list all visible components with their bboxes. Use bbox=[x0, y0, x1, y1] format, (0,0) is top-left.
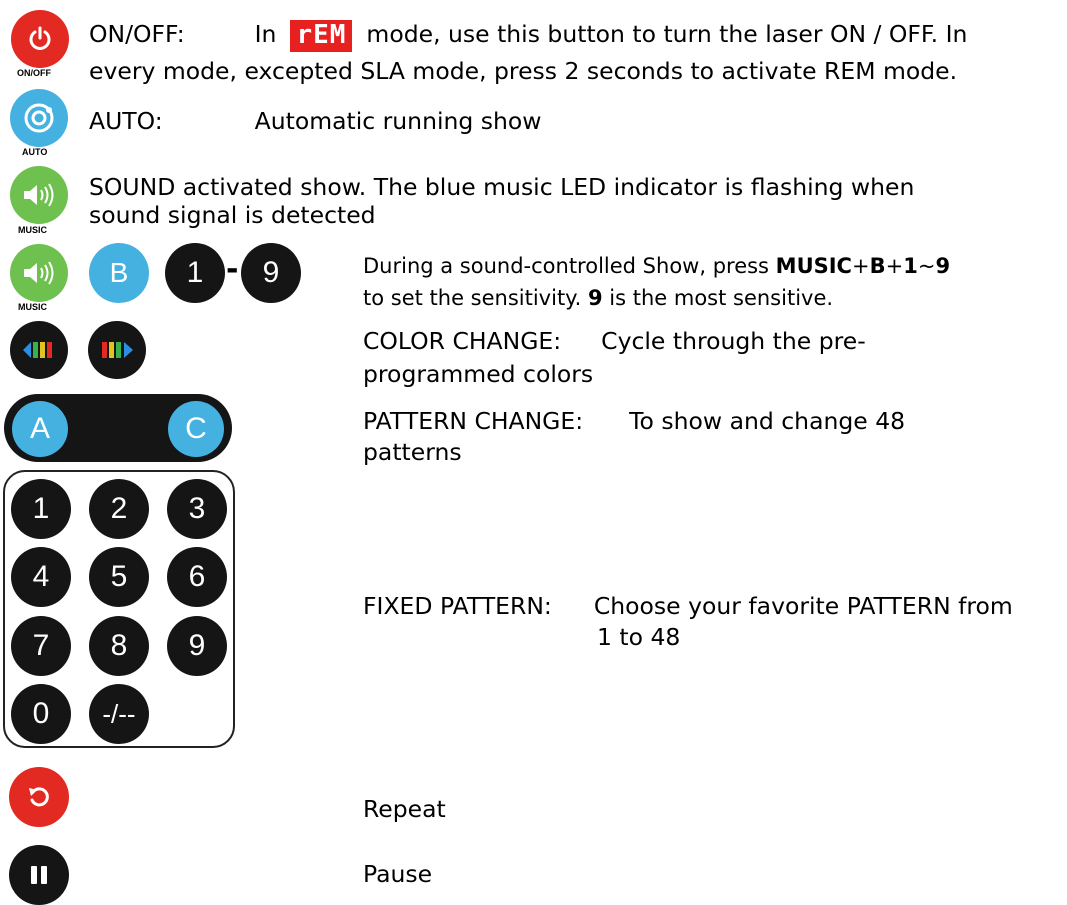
fixed-desc2: 1 to 48 bbox=[597, 623, 681, 651]
music-button[interactable] bbox=[10, 166, 68, 224]
onoff-in: In bbox=[254, 20, 277, 48]
fixed-desc1: Choose your favorite PATTERN from bbox=[593, 592, 1013, 620]
key-c[interactable]: C bbox=[168, 401, 224, 457]
rem-display: rEM bbox=[290, 19, 353, 52]
key-num-3[interactable]: 3 bbox=[167, 479, 227, 539]
music-button-2[interactable] bbox=[10, 244, 68, 302]
sens-text-2: to set the sensitivity. bbox=[363, 286, 588, 310]
sens-plus-1: + bbox=[851, 254, 870, 278]
power-icon bbox=[29, 26, 51, 50]
sensitivity-line2: to set the sensitivity. 9 is the most se… bbox=[363, 282, 833, 314]
color-desc2: programmed colors bbox=[363, 360, 594, 388]
key-num-5[interactable]: 5 bbox=[89, 547, 149, 607]
color-label: COLOR CHANGE: bbox=[363, 327, 562, 355]
power-button[interactable] bbox=[11, 10, 69, 68]
pattern-desc2: patterns bbox=[363, 438, 462, 466]
key-num-7[interactable]: 7 bbox=[11, 616, 71, 676]
onoff-label: ON/OFF: bbox=[89, 20, 185, 48]
color-next-icon bbox=[102, 342, 133, 358]
pattern-line1: PATTERN CHANGE: To show and change 48 bbox=[363, 405, 905, 437]
repeat-button[interactable] bbox=[9, 767, 69, 827]
onoff-line1: ON/OFF: In rEM mode, use this button to tur… bbox=[89, 18, 967, 52]
sound-line2: sound signal is detected bbox=[89, 201, 376, 229]
sens-bold-music: MUSIC bbox=[775, 254, 852, 278]
onoff-text: mode, use this button to turn the laser … bbox=[366, 20, 968, 48]
sens-text-1: During a sound-controlled Show, press bbox=[363, 254, 776, 278]
pause-button[interactable] bbox=[9, 845, 69, 905]
sens-bold-b: B bbox=[869, 254, 886, 278]
power-caption: ON/OFF bbox=[17, 68, 51, 78]
key-num-1[interactable]: 1 bbox=[11, 479, 71, 539]
sens-bold-1: 1 bbox=[903, 254, 918, 278]
sens-bold-9: 9 bbox=[935, 254, 951, 278]
key-num-8[interactable]: 8 bbox=[89, 616, 149, 676]
pause-desc: Pause bbox=[363, 860, 433, 888]
speaker-icon bbox=[24, 183, 54, 207]
pattern-desc1: To show and change 48 bbox=[629, 407, 906, 435]
key-num-4[interactable]: 4 bbox=[11, 547, 71, 607]
music-caption: MUSIC bbox=[18, 225, 47, 235]
key-b[interactable]: B bbox=[89, 243, 149, 303]
color-prev-button[interactable] bbox=[10, 321, 68, 379]
fixed-label: FIXED PATTERN: bbox=[363, 592, 552, 620]
auto-desc: Automatic running show bbox=[254, 107, 542, 135]
onoff-line2: every mode, excepted SLA mode, press 2 s… bbox=[89, 57, 958, 85]
key-num-9[interactable]: 9 bbox=[167, 616, 227, 676]
sensitivity-line1: During a sound-controlled Show, press MU… bbox=[363, 250, 950, 282]
key-num-6[interactable]: 6 bbox=[167, 547, 227, 607]
sens-plus-2: + bbox=[885, 254, 904, 278]
color-line1: COLOR CHANGE: Cycle through the pre- bbox=[363, 325, 866, 357]
fixed-line1: FIXED PATTERN: Choose your favorite PATTE… bbox=[363, 590, 1013, 622]
color-prev-icon bbox=[23, 342, 52, 358]
range-dash: - bbox=[226, 252, 239, 287]
auto-line: AUTO: Automatic running show bbox=[89, 105, 542, 137]
key-a[interactable]: A bbox=[12, 401, 68, 457]
repeat-icon bbox=[29, 787, 49, 807]
key-dash[interactable]: -/-- bbox=[89, 684, 149, 744]
color-desc1: Cycle through the pre- bbox=[601, 327, 866, 355]
pattern-label: PATTERN CHANGE: bbox=[363, 407, 584, 435]
sens-tilde: ~ bbox=[917, 254, 936, 278]
sens-text-3: is the most sensitive. bbox=[602, 286, 834, 310]
color-next-button[interactable] bbox=[88, 321, 146, 379]
auto-icon bbox=[24, 103, 54, 133]
auto-caption: AUTO bbox=[22, 147, 48, 157]
pause-icon bbox=[31, 866, 47, 884]
music-caption-2: MUSIC bbox=[18, 302, 47, 312]
repeat-desc: Repeat bbox=[363, 795, 446, 823]
auto-button[interactable] bbox=[10, 89, 68, 147]
key-num-2[interactable]: 2 bbox=[89, 479, 149, 539]
key-1[interactable]: 1 bbox=[165, 243, 225, 303]
sens-bold-9b: 9 bbox=[587, 286, 603, 310]
key-9[interactable]: 9 bbox=[241, 243, 301, 303]
key-num-0[interactable]: 0 bbox=[11, 684, 71, 744]
speaker-icon bbox=[24, 261, 54, 285]
auto-label: AUTO: bbox=[89, 107, 163, 135]
